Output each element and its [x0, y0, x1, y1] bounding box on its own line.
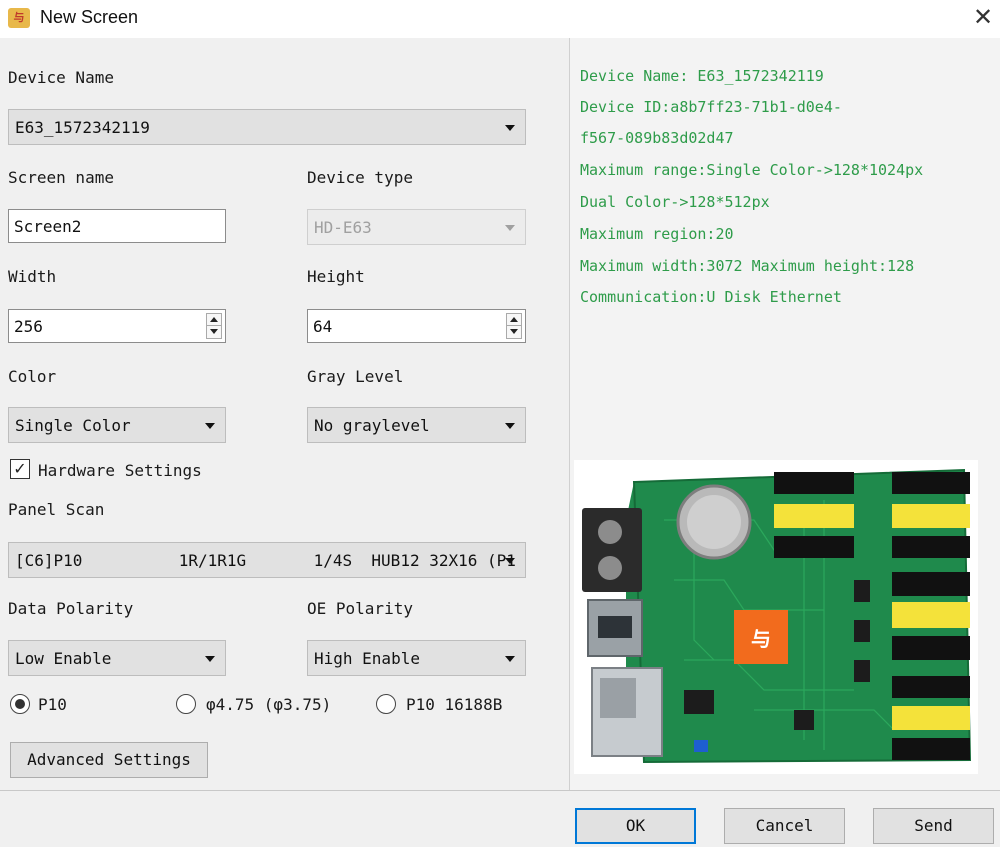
color-label: Color: [8, 367, 57, 386]
width-value: 256: [14, 317, 43, 336]
device-type-label: Device type: [307, 168, 413, 187]
ok-button[interactable]: OK: [575, 808, 696, 844]
data-polarity-label: Data Polarity: [8, 599, 134, 618]
device-name-value: E63_1572342119: [15, 118, 150, 137]
chevron-down-icon: [505, 656, 515, 662]
info-max-region: Maximum region:20: [580, 225, 734, 243]
spin-up-icon[interactable]: [507, 314, 521, 326]
data-polarity-value: Low Enable: [15, 649, 112, 668]
close-icon[interactable]: ✕: [968, 2, 998, 32]
chevron-down-icon: [505, 423, 515, 429]
info-device-name: Device Name: E63_1572342119: [580, 67, 824, 85]
info-communication: Communication:U Disk Ethernet: [580, 288, 842, 306]
info-max-size: Maximum width:3072 Maximum height:128: [580, 257, 915, 275]
info-max-range: Maximum range:Single Color->128*1024px: [580, 161, 924, 179]
oe-polarity-select[interactable]: High Enable: [307, 640, 526, 676]
device-type-select: HD-E63: [307, 209, 526, 245]
oe-polarity-value: High Enable: [314, 649, 420, 668]
title-bar: 与 New Screen ✕: [0, 0, 1000, 38]
radio-p10[interactable]: [10, 694, 30, 714]
panel-scan-value: [C6]P10 1R/1R1G 1/4S HUB12 32X16 (P1: [15, 551, 516, 570]
info-device-id: Device ID:a8b7ff23-71b1-d0e4-: [580, 98, 842, 116]
controller-board-image: 与: [574, 460, 978, 774]
gray-level-label: Gray Level: [307, 367, 404, 386]
footer-divider: [0, 790, 1000, 791]
chevron-down-icon: [205, 656, 215, 662]
radio-p10-label: P10: [38, 695, 67, 714]
color-select[interactable]: Single Color: [8, 407, 226, 443]
screen-name-label: Screen name: [8, 168, 114, 187]
chevron-down-icon: [505, 225, 515, 231]
height-label: Height: [307, 267, 365, 286]
hardware-settings-label: Hardware Settings: [38, 461, 202, 480]
gray-level-select[interactable]: No graylevel: [307, 407, 526, 443]
radio-p10-16188b[interactable]: [376, 694, 396, 714]
height-spinbox[interactable]: 64: [307, 309, 526, 343]
chip-logo-text: 与: [751, 627, 771, 651]
data-polarity-select[interactable]: Low Enable: [8, 640, 226, 676]
color-value: Single Color: [15, 416, 131, 435]
gray-level-value: No graylevel: [314, 416, 430, 435]
panel-divider: [569, 38, 570, 790]
device-name-label: Device Name: [8, 68, 114, 87]
height-value: 64: [313, 317, 333, 336]
chevron-down-icon: [505, 558, 515, 564]
spin-down-icon[interactable]: [207, 326, 221, 338]
hardware-settings-checkbox[interactable]: ✓: [10, 459, 30, 479]
width-stepper[interactable]: [206, 313, 222, 339]
chevron-down-icon: [505, 125, 515, 131]
width-spinbox[interactable]: 256: [8, 309, 226, 343]
pcb-illustration: 与: [574, 460, 978, 774]
spin-down-icon[interactable]: [507, 326, 521, 338]
chevron-down-icon: [205, 423, 215, 429]
height-stepper[interactable]: [506, 313, 522, 339]
info-device-id-cont: f567-089b83d02d47: [580, 129, 734, 147]
width-label: Width: [8, 267, 57, 286]
panel-scan-select[interactable]: [C6]P10 1R/1R1G 1/4S HUB12 32X16 (P1: [8, 542, 526, 578]
spin-up-icon[interactable]: [207, 314, 221, 326]
radio-p10-16188b-label: P10 16188B: [406, 695, 503, 714]
screen-name-input[interactable]: Screen2: [8, 209, 226, 243]
radio-phi475-label: φ4.75 (φ3.75): [206, 695, 332, 714]
window-title: New Screen: [40, 7, 139, 27]
radio-phi475[interactable]: [176, 694, 196, 714]
send-button[interactable]: Send: [873, 808, 994, 844]
info-dual-color: Dual Color->128*512px: [580, 193, 770, 211]
app-logo-icon: 与: [8, 8, 30, 28]
oe-polarity-label: OE Polarity: [307, 599, 413, 618]
advanced-settings-button[interactable]: Advanced Settings: [10, 742, 208, 778]
device-type-value: HD-E63: [314, 218, 372, 237]
cancel-button[interactable]: Cancel: [724, 808, 845, 844]
device-name-select[interactable]: E63_1572342119: [8, 109, 526, 145]
screen-name-value: Screen2: [14, 217, 82, 236]
panel-scan-label: Panel Scan: [8, 500, 105, 519]
